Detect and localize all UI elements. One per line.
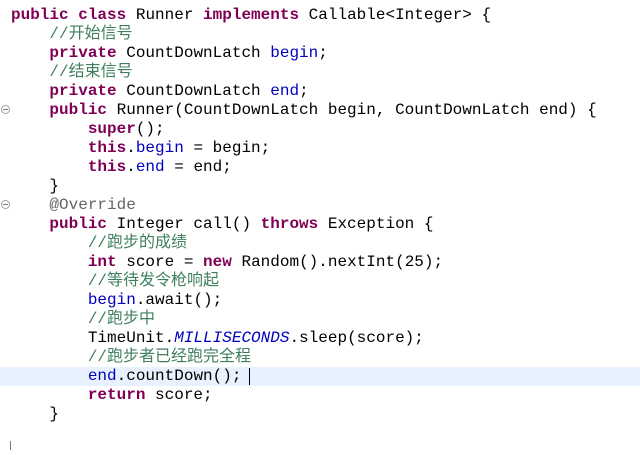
code-token: end: [135, 158, 165, 176]
code-token: .: [126, 158, 136, 176]
code-token: //等待发令枪响起: [87, 272, 220, 290]
fold-collapse-icon[interactable]: [1, 105, 10, 114]
code-token: = end;: [164, 158, 232, 176]
code-line[interactable]: public Runner(CountDownLatch begin, Coun…: [0, 101, 640, 120]
code-token: //开始信号: [49, 25, 133, 43]
code-token: ;: [299, 82, 309, 100]
code-line[interactable]: private CountDownLatch begin;: [0, 44, 640, 63]
code-line[interactable]: TimeUnit.MILLISECONDS.sleep(score);: [0, 329, 640, 348]
code-line[interactable]: super();: [0, 120, 640, 139]
code-token: ();: [135, 120, 165, 138]
code-token: implements: [203, 6, 300, 24]
code-line[interactable]: //跑步中: [0, 310, 640, 329]
code-token: Runner: [126, 6, 204, 24]
code-line[interactable]: this.begin = begin;: [0, 139, 640, 158]
code-token: public: [11, 6, 69, 24]
text-cursor: [249, 368, 250, 385]
code-token: class: [78, 6, 127, 24]
code-token: private: [49, 44, 117, 62]
code-line[interactable]: }: [0, 405, 640, 424]
code-token: begin: [135, 139, 184, 157]
code-line[interactable]: //结束信号: [0, 63, 640, 82]
code-line[interactable]: }: [0, 177, 640, 196]
code-token: end: [270, 82, 300, 100]
code-line[interactable]: @Override: [0, 196, 640, 215]
code-line[interactable]: //跑步者已经跑完全程: [0, 348, 640, 367]
code-line[interactable]: this.end = end;: [0, 158, 640, 177]
code-token: this: [87, 139, 127, 157]
code-token: //跑步中: [87, 310, 156, 328]
code-token: = begin;: [183, 139, 271, 157]
code-token: @Override: [49, 196, 136, 214]
code-token: public: [49, 101, 108, 119]
code-token: begin: [87, 291, 136, 309]
code-token: //跑步的成绩: [87, 234, 188, 252]
code-token: }: [11, 177, 60, 195]
code-token: .sleep(score);: [289, 329, 424, 347]
code-line[interactable]: end.countDown();: [0, 367, 640, 386]
code-editor[interactable]: public class Runner implements Callable<…: [0, 0, 640, 455]
code-token: int: [87, 253, 117, 271]
code-token: CountDownLatch: [116, 44, 271, 62]
code-token: score =: [116, 253, 204, 271]
code-token: private: [49, 82, 117, 100]
code-line[interactable]: int score = new Random().nextInt(25);: [0, 253, 640, 272]
code-token: //跑步者已经跑完全程: [87, 348, 252, 366]
code-line[interactable]: return score;: [0, 386, 640, 405]
code-line[interactable]: //开始信号: [0, 25, 640, 44]
code-token: TimeUnit.: [11, 329, 175, 347]
code-token: Exception {: [318, 215, 434, 233]
code-token: this: [87, 158, 127, 176]
code-token: super: [87, 120, 136, 138]
code-token: Callable<Integer> {: [299, 6, 492, 24]
code-token: new: [203, 253, 232, 271]
code-line[interactable]: public class Runner implements Callable<…: [0, 6, 640, 25]
code-token: CountDownLatch: [116, 82, 271, 100]
code-line[interactable]: private CountDownLatch end;: [0, 82, 640, 101]
code-token: Runner(CountDownLatch begin, CountDownLa…: [107, 101, 597, 119]
code-line[interactable]: begin.await();: [0, 291, 640, 310]
code-token: end: [87, 367, 117, 385]
code-token: MILLISECONDS: [174, 329, 290, 347]
code-token: public: [49, 215, 108, 233]
code-token: .: [126, 139, 136, 157]
gutter-marker: [10, 441, 11, 450]
code-token: throws: [260, 215, 319, 233]
code-line[interactable]: //跑步的成绩: [0, 234, 640, 253]
code-token: }: [11, 405, 60, 423]
code-token: begin: [270, 44, 319, 62]
code-token: Random().nextInt(25);: [231, 253, 444, 271]
code-token: return: [87, 386, 146, 404]
code-token: ;: [318, 44, 328, 62]
code-token: .await();: [135, 291, 223, 309]
fold-collapse-icon[interactable]: [1, 200, 10, 209]
code-line[interactable]: //等待发令枪响起: [0, 272, 640, 291]
code-line[interactable]: public Integer call() throws Exception {: [0, 215, 640, 234]
code-token: .countDown();: [116, 367, 242, 385]
code-token: //结束信号: [49, 63, 133, 81]
code-token: Integer call(): [107, 215, 261, 233]
code-token: score;: [145, 386, 213, 404]
